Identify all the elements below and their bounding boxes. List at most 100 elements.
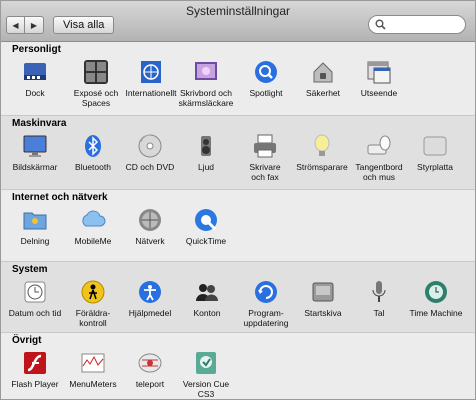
pref-pane-bluetooth[interactable]: Bluetooth — [62, 133, 124, 172]
pref-pane-security[interactable]: Säkerhet — [292, 59, 354, 98]
search-field[interactable] — [368, 15, 466, 34]
pref-pane-flash-player[interactable]: Flash Player — [4, 350, 66, 389]
pref-pane-version-cue[interactable]: Version Cue CS3 — [175, 350, 237, 399]
pref-pane-displays[interactable]: Bildskärmar — [4, 133, 66, 172]
quicktime-icon — [193, 207, 219, 233]
pref-pane-label: Version Cue CS3 — [182, 379, 230, 399]
sound-icon — [193, 133, 219, 159]
pref-pane-label: Dock — [25, 88, 45, 98]
pref-pane-printer-fax[interactable]: Skrivare och fax — [234, 133, 296, 182]
pref-pane-label: Ljud — [197, 162, 215, 172]
pref-pane-label: Föräldra- kontroll — [75, 308, 111, 328]
search-input[interactable] — [389, 18, 463, 31]
pref-pane-label: Skrivbord och skärmsläckare — [178, 88, 234, 108]
displays-icon — [22, 133, 48, 159]
pref-pane-label: Hjälpmedel — [128, 308, 172, 318]
pref-pane-sound[interactable]: Ljud — [175, 133, 237, 172]
dock-icon — [22, 59, 48, 85]
pref-pane-quicktime[interactable]: QuickTime — [175, 207, 237, 246]
pref-pane-trackpad[interactable]: Styrplatta — [404, 133, 466, 172]
pref-pane-dock[interactable]: Dock — [4, 59, 66, 98]
pref-pane-international[interactable]: Internationellt — [120, 59, 182, 98]
back-button[interactable]: ◀ — [6, 16, 25, 34]
pref-pane-time-machine[interactable]: Time Machine — [405, 279, 467, 318]
security-icon — [310, 59, 336, 85]
pref-pane-menumeters[interactable]: MenuMeters — [62, 350, 124, 389]
pref-pane-network[interactable]: Nätverk — [119, 207, 181, 246]
pref-pane-label: MobileMe — [74, 236, 112, 246]
expose-spaces-icon — [83, 59, 109, 85]
software-update-icon — [253, 279, 279, 305]
pref-pane-sharing[interactable]: Delning — [4, 207, 66, 246]
pref-pane-keyboard-mouse[interactable]: Tangentbord och mus — [348, 133, 410, 182]
sharing-icon — [22, 207, 48, 233]
pref-pane-label: CD och DVD — [125, 162, 175, 172]
section-personal: Personligt Dock Exposé och Spaces Internati… — [1, 42, 475, 116]
pref-pane-label: Bildskärmar — [12, 162, 58, 172]
pref-pane-label: Utseende — [360, 88, 398, 98]
pref-pane-label: Tangentbord och mus — [355, 162, 403, 182]
forward-button[interactable]: ▶ — [25, 16, 44, 34]
pref-pane-appearance[interactable]: Utseende — [348, 59, 410, 98]
preferences-content: Personligt Dock Exposé och Spaces Internati… — [1, 42, 475, 399]
section-other: Övrigt Flash Player MenuMeters teleport Vers… — [1, 333, 475, 399]
section-title: Övrigt — [12, 335, 42, 346]
section-title: Personligt — [12, 44, 61, 55]
search-icon — [375, 19, 386, 30]
pref-pane-universal-access[interactable]: Hjälpmedel — [119, 279, 181, 318]
pref-pane-desktop-screensaver[interactable]: Skrivbord och skärmsläckare — [175, 59, 237, 108]
spotlight-icon — [253, 59, 279, 85]
accounts-icon — [194, 279, 220, 305]
pref-pane-accounts[interactable]: Konton — [176, 279, 238, 318]
forward-arrow-icon: ▶ — [30, 20, 38, 30]
bluetooth-icon — [80, 133, 106, 159]
parental-controls-icon — [80, 279, 106, 305]
pref-pane-label: MenuMeters — [69, 379, 117, 389]
back-arrow-icon: ◀ — [12, 20, 19, 30]
pref-pane-label: Internationellt — [125, 88, 177, 98]
pref-pane-label: Startskiva — [304, 308, 342, 318]
pref-pane-label: teleport — [135, 379, 165, 389]
pref-pane-parental-controls[interactable]: Föräldra- kontroll — [62, 279, 124, 328]
menumeters-icon — [80, 350, 106, 376]
pref-pane-spotlight[interactable]: Spotlight — [235, 59, 297, 98]
pref-pane-label: Strömsparare — [296, 162, 348, 172]
pref-pane-label: Program- uppdatering — [243, 308, 289, 328]
desktop-screensaver-icon — [193, 59, 219, 85]
speech-icon — [366, 279, 392, 305]
pref-pane-label: Tal — [373, 308, 385, 318]
pref-pane-label: Datum och tid — [8, 308, 62, 318]
pref-pane-speech[interactable]: Tal — [348, 279, 410, 318]
cd-dvd-icon — [137, 133, 163, 159]
section-system: System Datum och tid Föräldra- kontroll Hjä… — [1, 262, 475, 333]
toolbar: Systeminställningar ◀ ▶ Visa alla — [1, 1, 475, 42]
printer-fax-icon — [252, 133, 278, 159]
pref-pane-label: Skrivare och fax — [249, 162, 281, 182]
network-icon — [137, 207, 163, 233]
trackpad-icon — [422, 133, 448, 159]
show-all-button[interactable]: Visa alla — [53, 16, 115, 34]
pref-pane-software-update[interactable]: Program- uppdatering — [235, 279, 297, 328]
pref-pane-expose-spaces[interactable]: Exposé och Spaces — [65, 59, 127, 108]
date-time-icon — [22, 279, 48, 305]
pref-pane-energy-saver[interactable]: Strömsparare — [291, 133, 353, 172]
version-cue-icon — [193, 350, 219, 376]
pref-pane-startup-disk[interactable]: Startskiva — [292, 279, 354, 318]
system-preferences-window: Systeminställningar ◀ ▶ Visa alla Person… — [0, 0, 476, 400]
pref-pane-label: Säkerhet — [305, 88, 341, 98]
pref-pane-label: Delning — [20, 236, 50, 246]
international-icon — [138, 59, 164, 85]
teleport-icon — [137, 350, 163, 376]
pref-pane-teleport[interactable]: teleport — [119, 350, 181, 389]
pref-pane-label: QuickTime — [185, 236, 227, 246]
pref-pane-label: Styrplatta — [417, 162, 453, 172]
pref-pane-date-time[interactable]: Datum och tid — [4, 279, 66, 318]
pref-pane-label: Time Machine — [409, 308, 463, 318]
section-title: Internet och nätverk — [12, 192, 108, 203]
startup-disk-icon — [310, 279, 336, 305]
pref-pane-label: Flash Player — [11, 379, 59, 389]
pref-pane-mobileme[interactable]: MobileMe — [62, 207, 124, 246]
pref-pane-cd-dvd[interactable]: CD och DVD — [119, 133, 181, 172]
keyboard-mouse-icon — [366, 133, 392, 159]
section-title: System — [12, 264, 48, 275]
